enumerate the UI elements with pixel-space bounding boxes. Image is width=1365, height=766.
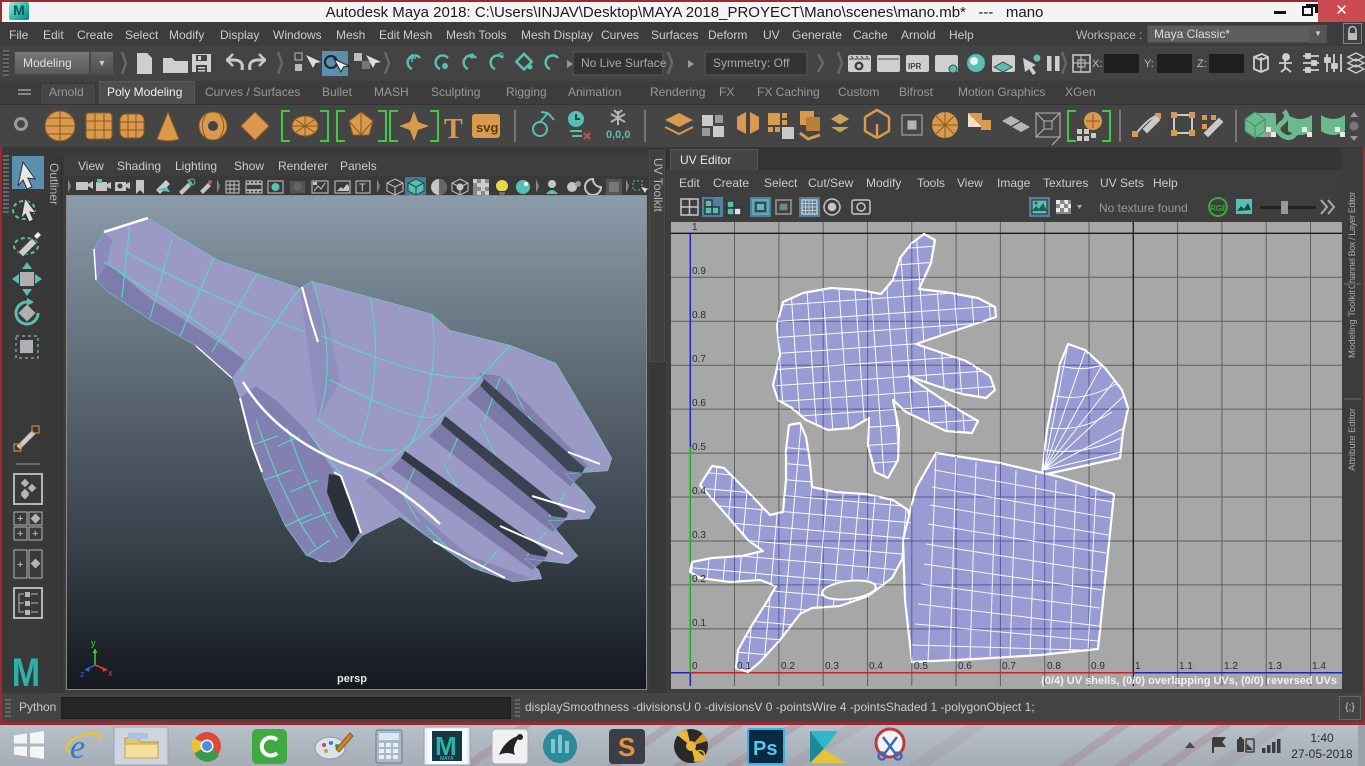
svg-text:IPR: IPR <box>908 62 922 71</box>
svg-text:X:: X: <box>1092 58 1102 70</box>
svg-text:1: 1 <box>1135 661 1141 672</box>
svg-text:RGB: RGB <box>1210 204 1228 213</box>
svg-text:0.7: 0.7 <box>692 354 706 365</box>
svg-text:0.8: 0.8 <box>1047 661 1061 672</box>
svg-text:svg: svg <box>476 120 498 135</box>
svg-text:0.2: 0.2 <box>692 574 706 585</box>
svg-text:0.4: 0.4 <box>869 661 883 672</box>
svg-text:(0/4) UV shells, (0/0) overlap: (0/4) UV shells, (0/0) overlapping UVs, … <box>1041 675 1337 687</box>
svg-text:0.1: 0.1 <box>692 618 706 629</box>
svg-text:0.6: 0.6 <box>958 661 972 672</box>
svg-text:0.7: 0.7 <box>1002 661 1016 672</box>
svg-text:Ps: Ps <box>753 738 777 760</box>
svg-text:+: + <box>17 559 23 571</box>
svg-text:1:40: 1:40 <box>1310 731 1334 745</box>
svg-text:Z:: Z: <box>1197 58 1207 70</box>
svg-text:Y:: Y: <box>1144 58 1154 70</box>
svg-text:No Live Surface: No Live Surface <box>581 56 667 70</box>
svg-text:MAYA: MAYA <box>440 756 454 762</box>
svg-text:0.3: 0.3 <box>825 661 839 672</box>
svg-text:S: S <box>618 732 635 762</box>
svg-text:x: x <box>108 668 113 678</box>
svg-text:0.5: 0.5 <box>914 661 928 672</box>
svg-text:T: T <box>359 182 366 194</box>
svg-text:y: y <box>91 638 96 648</box>
svg-text:0.3: 0.3 <box>692 530 706 541</box>
svg-text:0.9: 0.9 <box>692 266 706 277</box>
svg-text:0.4: 0.4 <box>692 486 706 497</box>
svg-text:T: T <box>444 114 463 145</box>
svg-text:1.4: 1.4 <box>1312 661 1326 672</box>
svg-text:+: + <box>17 513 23 525</box>
svg-text:1.1: 1.1 <box>1179 661 1193 672</box>
svg-text:1: 1 <box>692 222 698 233</box>
svg-text:+: + <box>17 528 23 540</box>
svg-text:27-05-2018: 27-05-2018 <box>1291 747 1353 761</box>
svg-text:0,0,0: 0,0,0 <box>606 129 630 141</box>
svg-text:+: + <box>32 528 38 540</box>
svg-text:1.2: 1.2 <box>1224 661 1238 672</box>
svg-text:0.9: 0.9 <box>1091 661 1105 672</box>
svg-text:0.8: 0.8 <box>692 310 706 321</box>
svg-text:z: z <box>80 669 85 679</box>
svg-text:No texture found: No texture found <box>1099 201 1188 215</box>
svg-text:Symmetry: Off: Symmetry: Off <box>713 56 790 70</box>
svg-text:M: M <box>12 649 40 693</box>
svg-text:persp: persp <box>337 673 367 685</box>
svg-text:0.5: 0.5 <box>692 442 706 453</box>
svg-text:0.2: 0.2 <box>781 661 795 672</box>
svg-text:1.3: 1.3 <box>1268 661 1282 672</box>
svg-text:0.6: 0.6 <box>692 398 706 409</box>
svg-text:0: 0 <box>692 661 698 672</box>
svg-text:0.1: 0.1 <box>737 661 751 672</box>
